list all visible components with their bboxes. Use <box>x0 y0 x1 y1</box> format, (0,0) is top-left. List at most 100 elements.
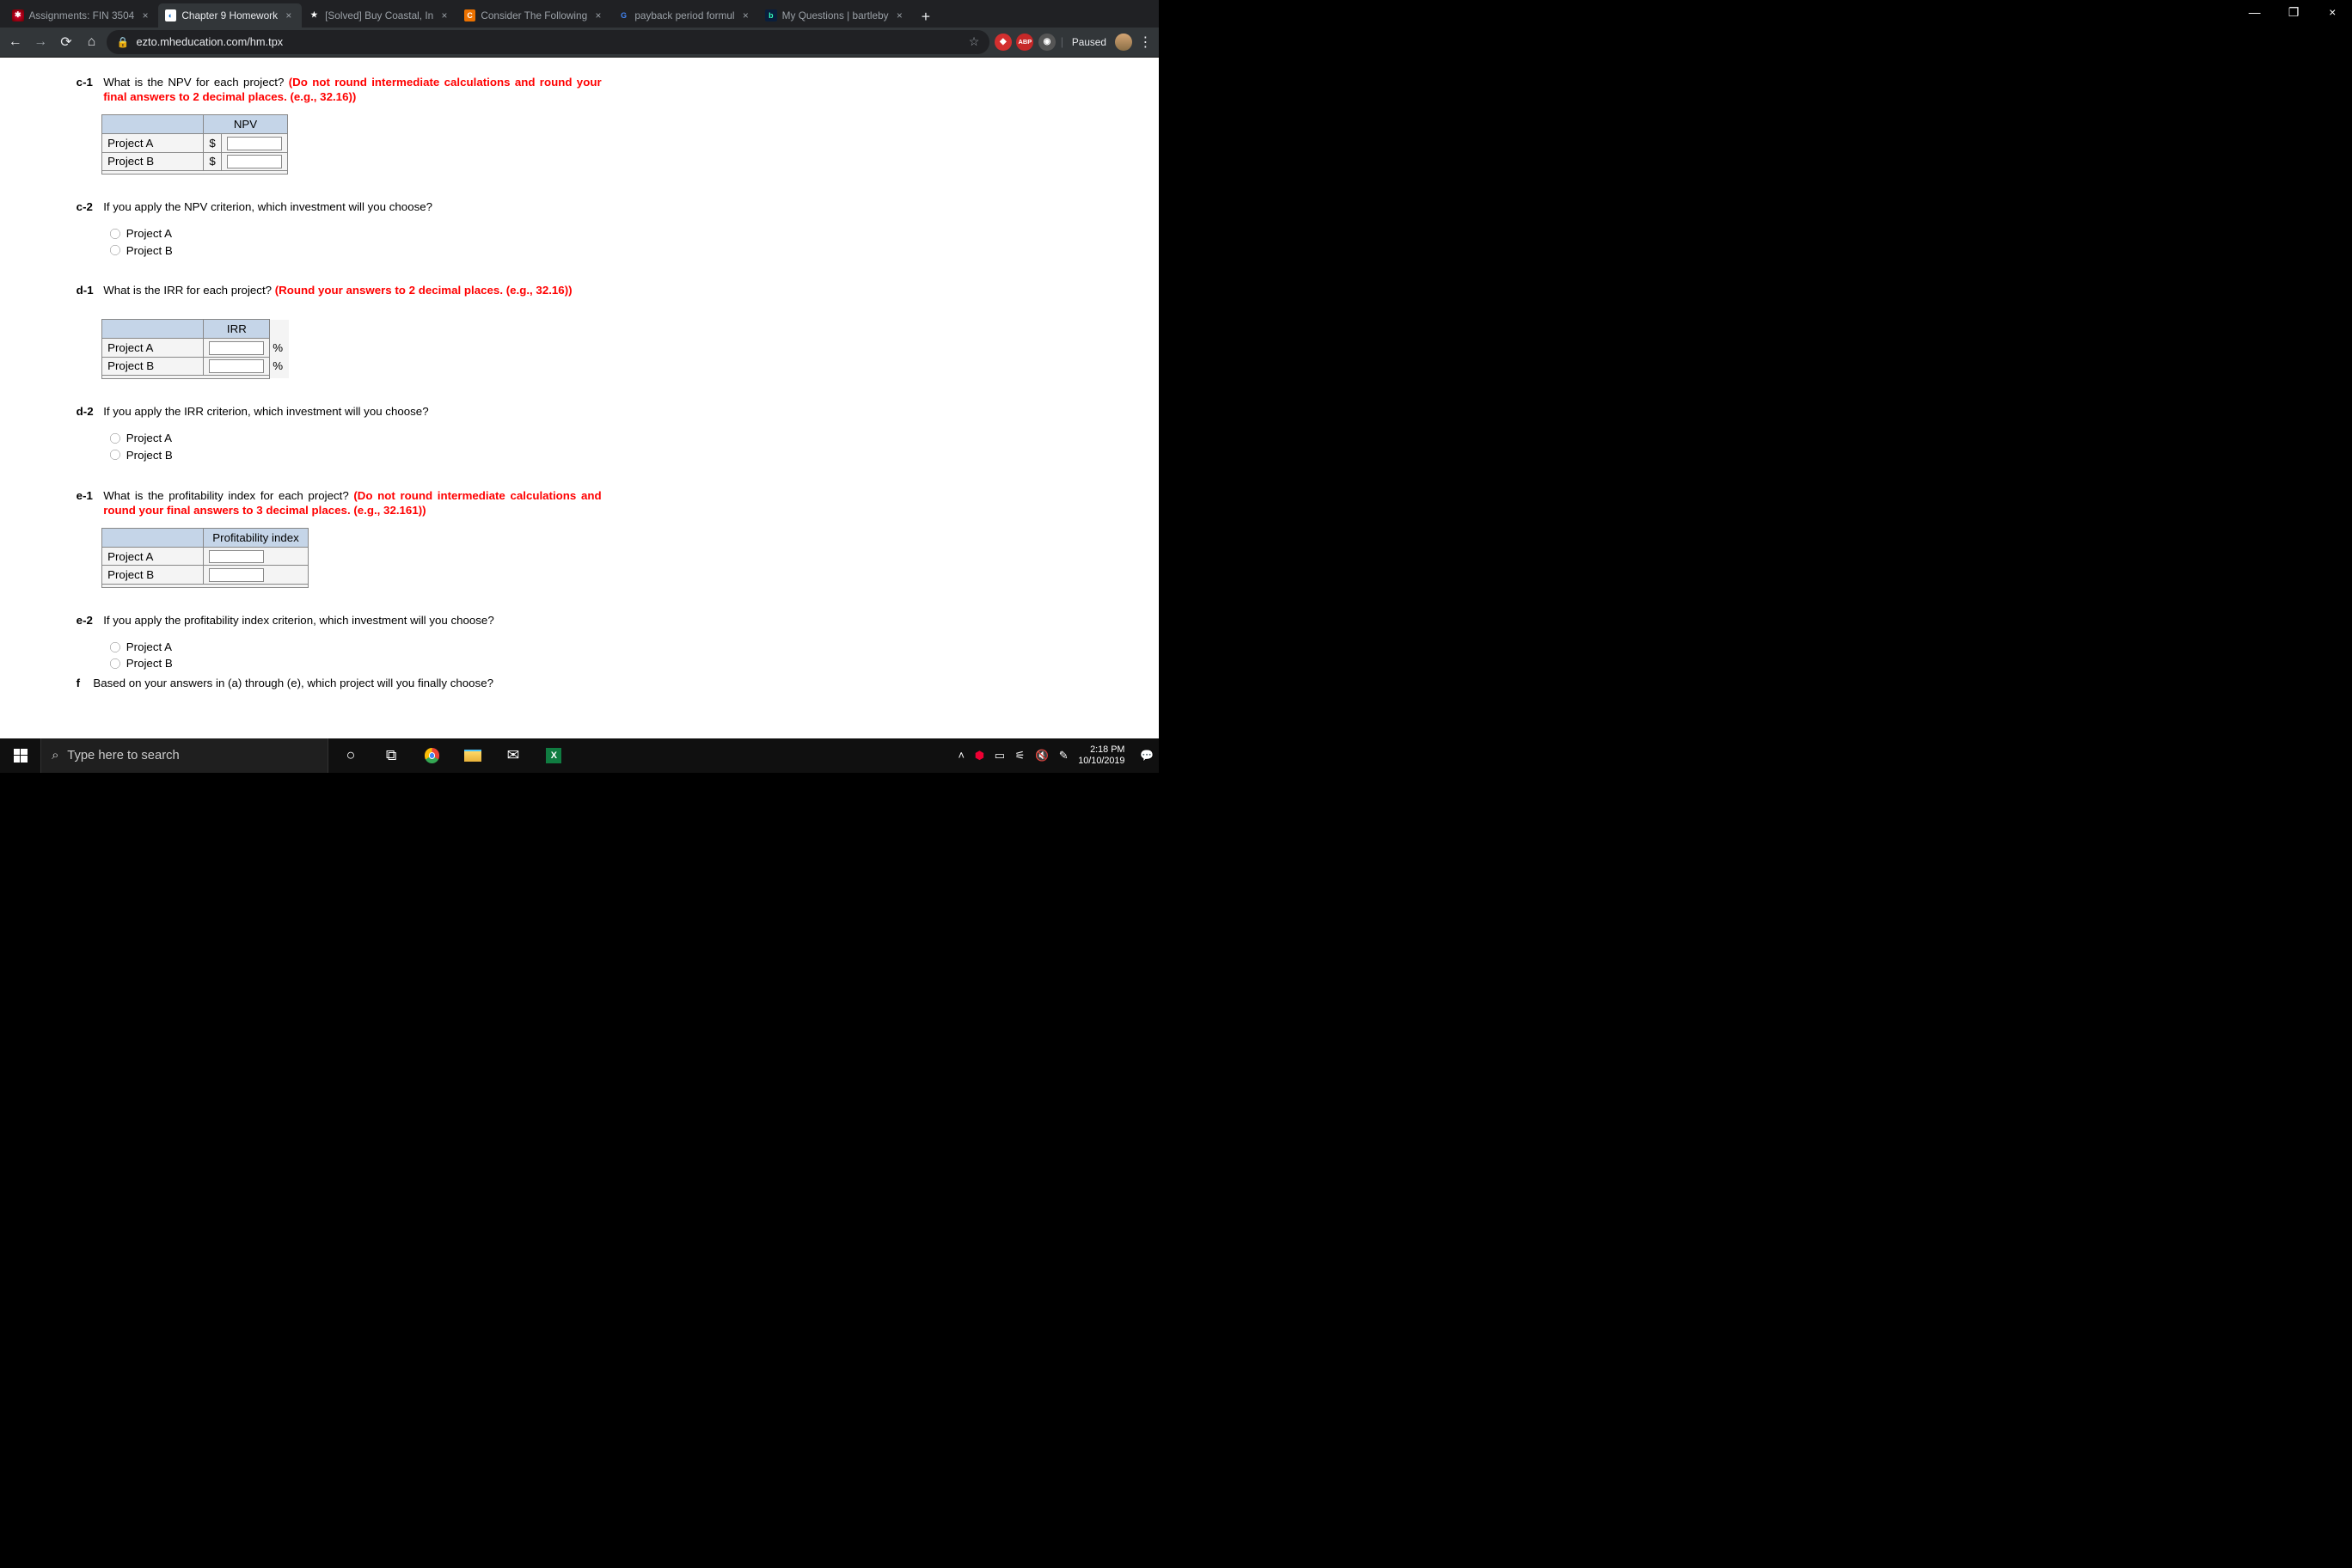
row-project-b: Project B <box>102 566 204 584</box>
close-window-button[interactable]: × <box>2313 0 2352 26</box>
option-project-a[interactable]: Project A <box>110 640 604 654</box>
bartleby-favicon-icon: b <box>765 9 777 21</box>
npv-header: NPV <box>204 115 287 134</box>
row-project-a: Project A <box>102 134 204 152</box>
minimize-button[interactable]: — <box>2235 0 2274 26</box>
tab-label: payback period formul <box>634 9 734 21</box>
irr-choice-options: Project A Project B <box>110 431 604 462</box>
radio-input[interactable] <box>110 229 120 239</box>
maximize-button[interactable]: ❐ <box>2274 0 2312 26</box>
mcafee-icon[interactable]: ⬢ <box>975 749 984 763</box>
bookmark-star-icon[interactable]: ☆ <box>969 35 979 49</box>
extension-generic-icon[interactable]: ◉ <box>1038 34 1056 51</box>
pen-icon[interactable]: ✎ <box>1059 749 1069 763</box>
page-viewport[interactable]: c-1 What is the NPV for each project? (D… <box>0 58 1159 738</box>
tab-label: [Solved] Buy Coastal, In <box>325 9 433 21</box>
home-button[interactable]: ⌂ <box>82 32 102 52</box>
chrome-icon[interactable] <box>413 738 450 772</box>
radio-input[interactable] <box>110 433 120 444</box>
start-button[interactable] <box>0 738 40 772</box>
question-text: What is the IRR for each project? (Round… <box>103 283 572 297</box>
option-project-a[interactable]: Project A <box>110 226 604 241</box>
tab-google[interactable]: G payback period formul × <box>611 3 758 28</box>
close-icon[interactable]: × <box>592 9 604 21</box>
row-project-a: Project A <box>102 339 204 357</box>
tab-chapter9[interactable]: ◐ Chapter 9 Homework × <box>158 3 302 28</box>
chegg-favicon-icon: C <box>464 9 476 21</box>
close-icon[interactable]: × <box>139 9 151 21</box>
npv-input-a[interactable] <box>227 137 282 150</box>
question-label: c-1 <box>77 75 100 105</box>
task-view-icon[interactable]: ⧉ <box>373 738 410 772</box>
windows-taskbar: ⌕ Type here to search ○ ⧉ ✉ X ˄ ⬢ ▭ ⚟ 🔇 … <box>0 738 1159 772</box>
npv-input-b[interactable] <box>227 155 282 168</box>
taskbar-search[interactable]: ⌕ Type here to search <box>40 738 328 772</box>
chrome-menu-button[interactable]: ⋮ <box>1136 34 1154 51</box>
star-favicon-icon: ★ <box>308 9 320 21</box>
irr-header: IRR <box>204 320 270 339</box>
wifi-icon[interactable]: ⚟ <box>1015 749 1025 763</box>
option-project-a[interactable]: Project A <box>110 431 604 445</box>
mail-icon[interactable]: ✉ <box>494 738 531 772</box>
question-label: e-2 <box>77 613 100 628</box>
npv-choice-options: Project A Project B <box>110 226 604 258</box>
tab-label: Chapter 9 Homework <box>181 9 278 21</box>
browser-toolbar: ← → ⟳ ⌂ 🔒 ezto.mheducation.com/hm.tpx ☆ … <box>0 28 1159 58</box>
reload-button[interactable]: ⟳ <box>56 32 77 52</box>
radio-input[interactable] <box>110 642 120 652</box>
lock-icon: 🔒 <box>117 36 130 48</box>
mcgraw-favicon-icon: ✱ <box>12 9 24 21</box>
radio-input[interactable] <box>110 658 120 669</box>
irr-input-a[interactable] <box>209 341 264 355</box>
windows-logo-icon <box>14 749 28 763</box>
chevron-up-icon[interactable]: ˄ <box>958 749 964 762</box>
tab-assignments[interactable]: ✱ Assignments: FIN 3504 × <box>5 3 158 28</box>
option-project-b[interactable]: Project B <box>110 656 604 671</box>
close-icon[interactable]: × <box>739 9 751 21</box>
extension-ublock-icon[interactable]: ◆ <box>995 34 1012 51</box>
radio-input[interactable] <box>110 450 120 460</box>
file-explorer-icon[interactable] <box>454 738 491 772</box>
question-text: What is the profitability index for each… <box>103 488 601 518</box>
action-center-icon[interactable]: 💬 <box>1140 749 1154 763</box>
profile-avatar[interactable] <box>1115 34 1132 51</box>
tab-chegg[interactable]: C Consider The Following × <box>457 3 611 28</box>
clock-date: 10/10/2019 <box>1078 756 1124 767</box>
question-label: c-2 <box>77 199 100 214</box>
close-icon[interactable]: × <box>893 9 905 21</box>
connect-favicon-icon: ◐ <box>165 9 177 21</box>
tab-bartleby[interactable]: b My Questions | bartleby × <box>758 3 912 28</box>
new-tab-button[interactable]: + <box>916 7 936 28</box>
divider: | <box>1061 35 1063 48</box>
pi-input-b[interactable] <box>209 568 264 582</box>
option-project-b[interactable]: Project B <box>110 243 604 258</box>
battery-icon[interactable]: ▭ <box>995 749 1005 763</box>
question-text: What is the NPV for each project? (Do no… <box>103 75 601 105</box>
back-button[interactable]: ← <box>5 32 26 52</box>
forward-button[interactable]: → <box>30 32 51 52</box>
dollar-sign: $ <box>204 134 221 152</box>
extension-abp-icon[interactable]: ABP <box>1016 34 1033 51</box>
sync-paused-label[interactable]: Paused <box>1072 36 1106 48</box>
table-footer-line <box>102 584 308 587</box>
homework-content: c-1 What is the NPV for each project? (D… <box>77 58 605 711</box>
close-icon[interactable]: × <box>283 9 295 21</box>
pi-input-a[interactable] <box>209 550 264 564</box>
url-text: ezto.mheducation.com/hm.tpx <box>137 35 284 48</box>
excel-icon[interactable]: X <box>536 738 573 772</box>
close-icon[interactable]: × <box>438 9 450 21</box>
pi-table: Profitability index Project A Project B <box>101 528 308 588</box>
irr-input-b[interactable] <box>209 359 264 373</box>
clock-time: 2:18 PM <box>1078 744 1124 756</box>
pi-choice-options: Project A Project B <box>110 640 604 671</box>
address-bar[interactable]: 🔒 ezto.mheducation.com/hm.tpx ☆ <box>107 30 989 54</box>
table-footer-line <box>102 170 287 174</box>
taskbar-clock[interactable]: 2:18 PM 10/10/2019 <box>1078 744 1130 767</box>
volume-mute-icon[interactable]: 🔇 <box>1035 749 1049 763</box>
question-text: Based on your answers in (a) through (e)… <box>93 676 493 690</box>
row-project-b: Project B <box>102 152 204 170</box>
tab-solved[interactable]: ★ [Solved] Buy Coastal, In × <box>302 3 457 28</box>
cortana-icon[interactable]: ○ <box>332 738 369 772</box>
radio-input[interactable] <box>110 245 120 255</box>
option-project-b[interactable]: Project B <box>110 448 604 462</box>
